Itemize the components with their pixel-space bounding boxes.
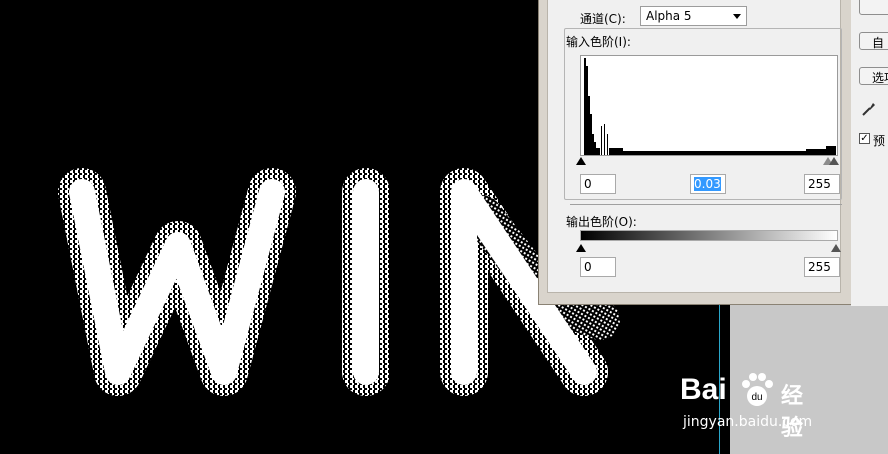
white-point-handle[interactable] (829, 157, 839, 165)
options-button[interactable]: 选项 (859, 67, 888, 85)
auto-button[interactable]: 自 (859, 32, 888, 50)
input-levels-label: 输入色阶(I): (566, 35, 631, 49)
chevron-down-icon (733, 14, 741, 19)
divider (570, 204, 842, 205)
output-gradient-bar (580, 230, 838, 241)
watermark-cn: 经验 (781, 384, 804, 441)
input-levels-slider[interactable] (576, 156, 839, 166)
preview-label: 预 (873, 134, 886, 148)
preview-checkbox[interactable]: ✓ (859, 133, 870, 144)
eyedropper-icon[interactable] (861, 101, 877, 117)
levels-panel: 通道(C): Alpha 5 输入色阶(I): 0 0.03 255 输出色阶(… (547, 0, 842, 293)
input-black-field[interactable]: 0 (580, 174, 616, 194)
output-levels-label: 输出色阶(O): (566, 215, 637, 229)
output-white-field[interactable]: 255 (804, 257, 840, 277)
channel-label: 通道(C): (580, 12, 626, 26)
channel-select[interactable]: Alpha 5 (640, 6, 747, 26)
watermark-url: jingyan.baidu.com (683, 414, 813, 430)
channel-value: Alpha 5 (646, 9, 692, 23)
output-white-handle[interactable] (831, 244, 841, 252)
input-gamma-field[interactable]: 0.03 (690, 174, 726, 194)
ok-button[interactable] (859, 0, 888, 15)
paw-icon: du (742, 373, 773, 406)
input-white-field[interactable]: 255 (804, 174, 840, 194)
output-black-handle[interactable] (576, 244, 586, 252)
black-point-handle[interactable] (576, 157, 586, 165)
watermark-brand: Bai (680, 373, 727, 406)
output-black-field[interactable]: 0 (580, 257, 616, 277)
histogram (580, 55, 838, 156)
levels-dialog: 通道(C): Alpha 5 输入色阶(I): 0 0.03 255 输出色阶(… (538, 0, 888, 306)
svg-text:du: du (751, 392, 762, 403)
